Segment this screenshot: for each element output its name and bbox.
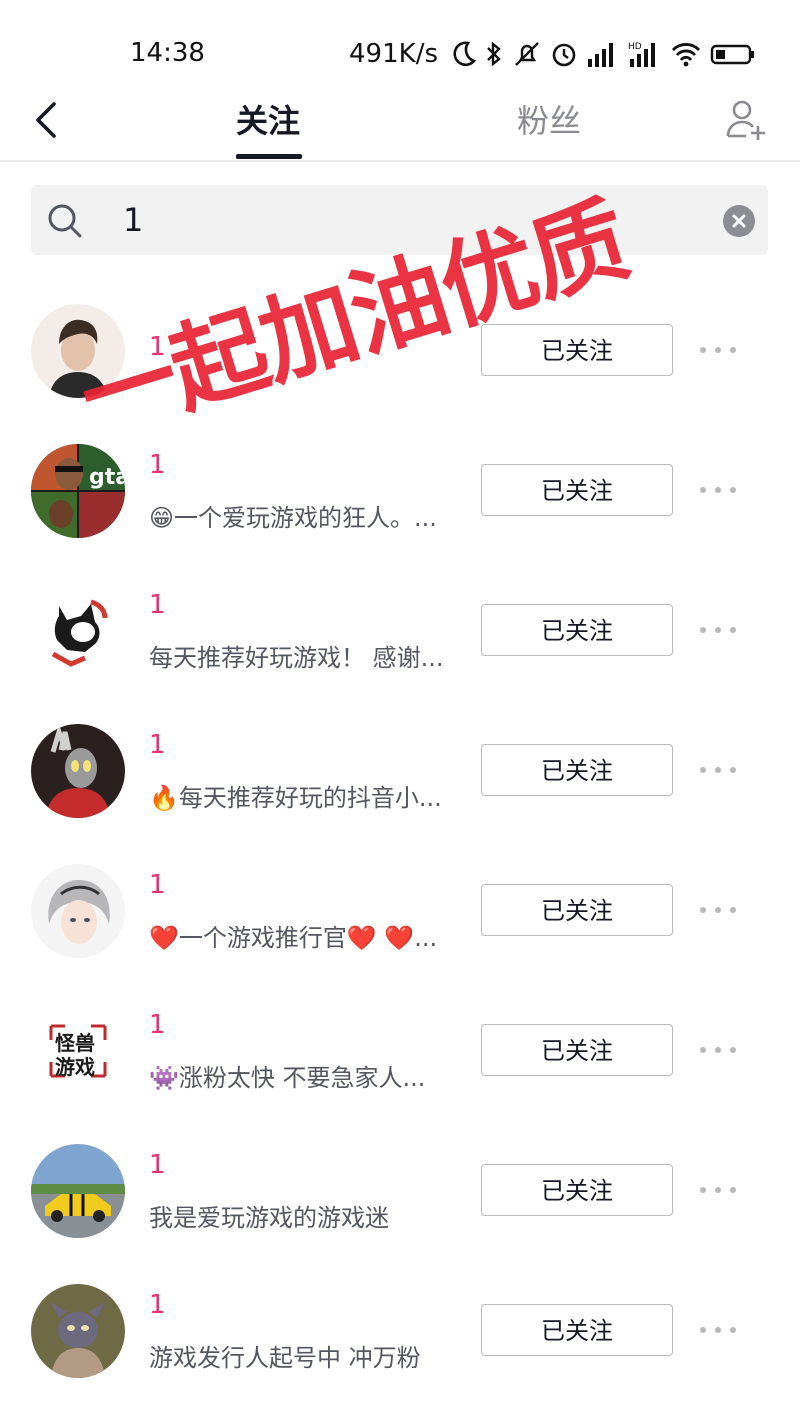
status-time: 14:38 [130, 38, 205, 68]
user-name[interactable]: 1 [149, 730, 166, 760]
user-bio: 👾涨粉太快 不要急家人... [149, 1064, 426, 1092]
list-item[interactable]: 1 🔥每天推荐好玩的抖音小... 已关注 [0, 702, 800, 842]
moon-icon [450, 39, 476, 69]
user-name[interactable]: 1 [149, 1150, 166, 1180]
status-bar: 14:38 491K/s HD [0, 0, 800, 90]
following-button[interactable]: 已关注 [481, 464, 673, 516]
user-bio: ❤️一个游戏推行官❤️ ❤️... [149, 924, 438, 952]
avatar[interactable] [31, 584, 125, 678]
more-options-button[interactable] [700, 1178, 736, 1202]
more-options-button[interactable] [700, 478, 736, 502]
bluetooth-icon [484, 39, 504, 69]
avatar[interactable] [31, 1284, 125, 1378]
more-options-button[interactable] [700, 338, 736, 362]
clear-search-button[interactable] [723, 205, 755, 237]
user-bio: 每天推荐好玩游戏！ 感谢... [149, 644, 444, 672]
svg-text:gta: gta [89, 465, 125, 490]
more-options-button[interactable] [700, 758, 736, 782]
network-speed: 491K/s [349, 39, 438, 69]
following-button[interactable]: 已关注 [481, 1024, 673, 1076]
signal-icon [586, 39, 620, 69]
user-bio: 游戏发行人起号中 冲万粉 [149, 1344, 421, 1372]
user-name[interactable]: 1 [149, 1010, 166, 1040]
close-icon [732, 214, 746, 228]
mute-icon [512, 39, 542, 69]
more-options-button[interactable] [700, 1038, 736, 1062]
user-name[interactable]: 1 [149, 590, 166, 620]
avatar[interactable] [31, 1144, 125, 1238]
list-item[interactable]: 1 已关注 [0, 282, 800, 422]
list-item[interactable]: 1 ❤️一个游戏推行官❤️ ❤️... 已关注 [0, 842, 800, 982]
user-name[interactable]: 1 [149, 1290, 166, 1320]
back-button[interactable] [28, 98, 68, 142]
avatar[interactable]: gta [31, 444, 125, 538]
alarm-icon [550, 39, 578, 69]
user-name[interactable]: 1 [149, 332, 166, 362]
user-bio: 🔥每天推荐好玩的抖音小... [149, 784, 442, 812]
user-name[interactable]: 1 [149, 450, 166, 480]
list-item[interactable]: 1 游戏发行人起号中 冲万粉 已关注 [0, 1262, 800, 1402]
user-name[interactable]: 1 [149, 870, 166, 900]
search-icon [45, 201, 85, 241]
following-button[interactable]: 已关注 [481, 1164, 673, 1216]
list-item[interactable]: 1 我是爱玩游戏的游戏迷 已关注 [0, 1122, 800, 1262]
following-button[interactable]: 已关注 [481, 604, 673, 656]
battery-icon [710, 39, 756, 69]
search-bar [31, 185, 768, 255]
chevron-left-icon [36, 102, 56, 138]
following-button[interactable]: 已关注 [481, 1304, 673, 1356]
user-bio: 😁一个爱玩游戏的狂人。... [149, 504, 437, 532]
wifi-icon [670, 39, 702, 69]
list-item[interactable]: 怪兽 游戏 1 👾涨粉太快 不要急家人... 已关注 [0, 982, 800, 1122]
search-input[interactable] [123, 197, 723, 243]
following-button[interactable]: 已关注 [481, 884, 673, 936]
avatar[interactable] [31, 724, 125, 818]
list-item[interactable]: gta 1 😁一个爱玩游戏的狂人。... 已关注 [0, 422, 800, 562]
add-friend-button[interactable] [722, 96, 772, 146]
following-button[interactable]: 已关注 [481, 324, 673, 376]
hd-signal-icon: HD [628, 39, 662, 69]
tab-following[interactable]: 关注 [236, 96, 300, 152]
svg-text:HD: HD [628, 42, 642, 52]
more-options-button[interactable] [700, 898, 736, 922]
more-options-button[interactable] [700, 618, 736, 642]
active-tab-indicator [236, 154, 302, 159]
user-bio: 我是爱玩游戏的游戏迷 [149, 1204, 389, 1232]
status-icons: 491K/s HD [349, 36, 756, 72]
svg-text:游戏: 游戏 [55, 1055, 95, 1079]
following-button[interactable]: 已关注 [481, 744, 673, 796]
add-user-icon [726, 100, 765, 140]
list-item[interactable]: 1 每天推荐好玩游戏！ 感谢... 已关注 [0, 562, 800, 702]
tab-fans[interactable]: 粉丝 [517, 96, 581, 152]
avatar[interactable]: 怪兽 游戏 [31, 1004, 125, 1098]
top-nav: 关注 粉丝 [0, 90, 800, 162]
avatar[interactable] [31, 304, 125, 398]
avatar[interactable] [31, 864, 125, 958]
svg-text:怪兽: 怪兽 [55, 1031, 95, 1055]
more-options-button[interactable] [700, 1318, 736, 1342]
